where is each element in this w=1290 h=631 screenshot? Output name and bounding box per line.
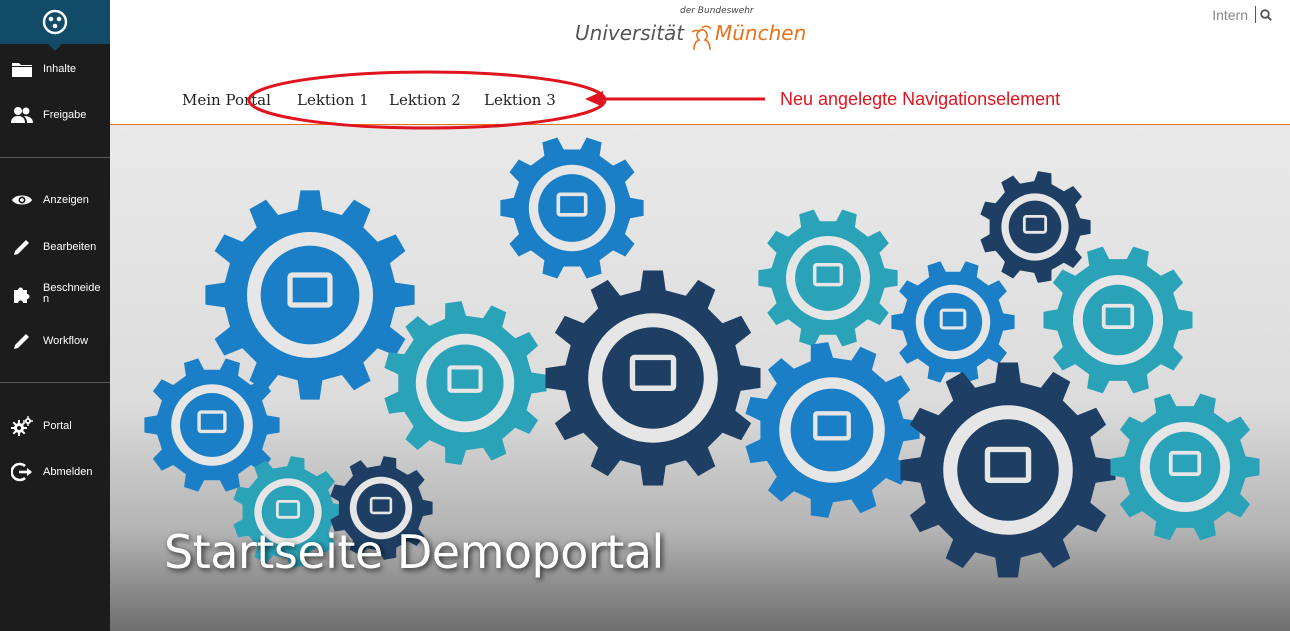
sidebar-item-label: Bearbeiten bbox=[43, 240, 97, 253]
sidebar-item-abmelden[interactable]: Abmelden bbox=[0, 462, 110, 482]
users-icon bbox=[11, 105, 33, 125]
sidebar-divider bbox=[0, 157, 110, 158]
sidebar-item-label: Anzeigen bbox=[43, 193, 89, 206]
header-separator bbox=[1255, 6, 1256, 23]
sidebar-item-anzeigen[interactable]: Anzeigen bbox=[0, 190, 110, 210]
logo-subtitle: der Bundeswehr bbox=[680, 6, 754, 16]
share-gear bbox=[500, 137, 644, 279]
university-logo[interactable]: der Bundeswehr Universität München bbox=[575, 6, 815, 54]
pencil-icon bbox=[11, 331, 33, 351]
camera-gear bbox=[1043, 246, 1193, 394]
user-gear-2 bbox=[980, 171, 1091, 283]
hero-title: Startseite Demoportal bbox=[164, 525, 664, 579]
nav-item-lektion-3[interactable]: Lektion 3 bbox=[484, 91, 556, 109]
nav-item-lektion-2[interactable]: Lektion 2 bbox=[389, 91, 461, 109]
puzzle-icon bbox=[11, 284, 33, 304]
user-gear bbox=[891, 261, 1015, 383]
folder-icon bbox=[11, 59, 33, 79]
cms-logo-icon bbox=[42, 9, 68, 35]
logo-word-1: Universität bbox=[575, 21, 685, 45]
sidebar-item-label: Freigabe bbox=[43, 108, 87, 121]
search-icon[interactable] bbox=[1260, 9, 1272, 21]
pencil-icon bbox=[11, 237, 33, 257]
sidebar-item-label: Beschneiden bbox=[43, 282, 101, 305]
sidebar-item-inhalte[interactable]: Inhalte bbox=[0, 59, 110, 79]
at-gear bbox=[745, 342, 920, 518]
cms-logo-button[interactable] bbox=[0, 0, 110, 51]
sidebar-item-workflow[interactable]: Workflow bbox=[0, 331, 110, 351]
sidebar-item-bearbeiten[interactable]: Bearbeiten bbox=[0, 237, 110, 257]
hero-banner: Startseite Demoportal bbox=[110, 125, 1290, 631]
laptop-gear bbox=[384, 301, 547, 465]
sidebar-item-label: Workflow bbox=[43, 334, 89, 347]
sidebar-item-label: Abmelden bbox=[43, 465, 93, 478]
sidebar-divider bbox=[0, 382, 110, 383]
sidebar-item-beschneiden[interactable]: Beschneiden bbox=[0, 282, 110, 306]
download-gear bbox=[758, 209, 898, 347]
video-gear bbox=[1110, 393, 1260, 541]
intern-link[interactable]: Intern bbox=[1212, 7, 1248, 23]
annotation-label: Neu angelegte Navigationselement bbox=[780, 89, 1061, 109]
logout-icon bbox=[11, 462, 33, 482]
sidebar-item-label: Inhalte bbox=[43, 62, 77, 75]
logo-word-2: München bbox=[715, 21, 807, 45]
nav-item-mein-portal[interactable]: Mein Portal bbox=[182, 91, 271, 109]
sidebar-item-label: Portal bbox=[43, 419, 72, 432]
edit-doc-gear bbox=[545, 270, 761, 486]
sidebar: Inhalte Freigabe Anzeigen Bearbeiten Bes… bbox=[0, 0, 110, 631]
gears-icon bbox=[11, 416, 33, 436]
page-header: der Bundeswehr Universität München Inter… bbox=[110, 0, 1290, 124]
logo-figure-icon bbox=[691, 25, 712, 51]
nav-item-lektion-1[interactable]: Lektion 1 bbox=[297, 91, 369, 109]
eye-icon bbox=[11, 190, 33, 210]
globe-gear bbox=[900, 362, 1116, 578]
sidebar-item-freigabe[interactable]: Freigabe bbox=[0, 105, 110, 125]
sidebar-item-portal[interactable]: Portal bbox=[0, 416, 110, 436]
